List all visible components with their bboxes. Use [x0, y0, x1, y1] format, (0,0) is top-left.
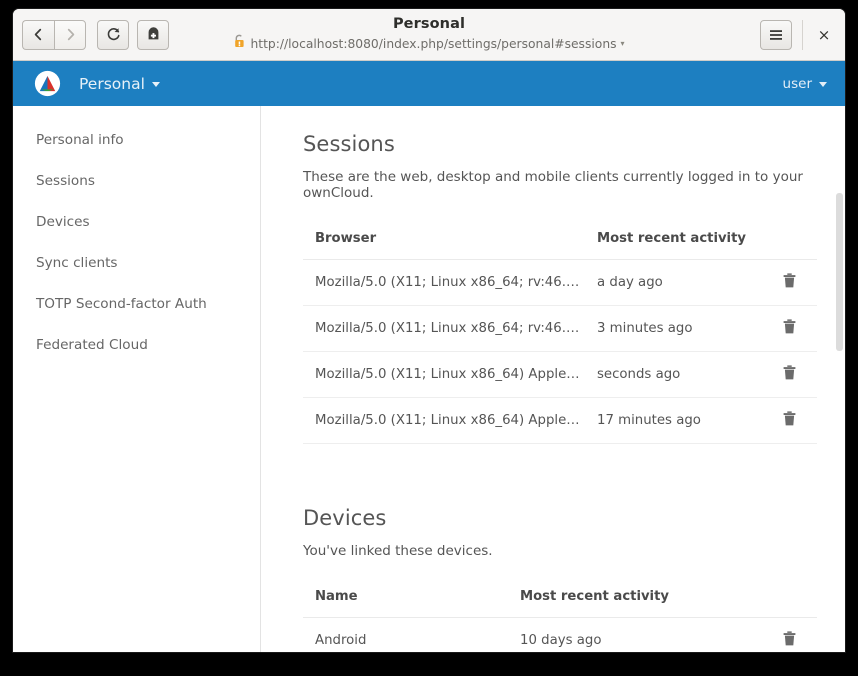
session-activity: 17 minutes ago — [585, 397, 761, 444]
devices-title: Devices — [303, 506, 387, 530]
devices-section: Devices You've linked these devices. Nam… — [303, 506, 845, 652]
sidebar-item-totp-second-factor-auth[interactable]: TOTP Second-factor Auth — [13, 284, 260, 325]
browser-toolbar: Personal http://localhost:8080/index.php… — [13, 9, 845, 61]
trash-icon — [783, 273, 796, 292]
delete-session-button[interactable] — [783, 319, 796, 338]
owncloud-page: Personal user Personal info Sessions Dev… — [13, 61, 845, 652]
column-header-browser: Browser — [303, 227, 585, 260]
session-browser: Mozilla/5.0 (X11; Linux x86_64) AppleWeb… — [303, 351, 585, 398]
owncloud-header: Personal user — [13, 61, 845, 106]
page-scrollbar[interactable] — [832, 106, 845, 652]
sessions-description: These are the web, desktop and mobile cl… — [303, 169, 803, 201]
session-browser: Mozilla/5.0 (X11; Linux x86_64; rv:46.0)… — [303, 259, 585, 306]
sidebar-item-devices[interactable]: Devices — [13, 202, 260, 243]
session-actions — [761, 259, 817, 306]
app-menu-label: Personal — [79, 74, 145, 93]
sidebar-item-sync-clients[interactable]: Sync clients — [13, 243, 260, 284]
sidebar-item-sessions[interactable]: Sessions — [13, 161, 260, 202]
settings-sidebar: Personal info Sessions Devices Sync clie… — [13, 106, 261, 652]
sessions-title: Sessions — [303, 132, 395, 156]
table-row: Android 10 days ago — [303, 617, 817, 652]
session-browser: Mozilla/5.0 (X11; Linux x86_64; rv:46.0)… — [303, 305, 585, 352]
table-row: Mozilla/5.0 (X11; Linux x86_64) AppleWeb… — [303, 351, 817, 398]
user-menu-label: user — [782, 75, 812, 92]
table-row: Mozilla/5.0 (X11; Linux x86_64; rv:46.0)… — [303, 259, 817, 306]
delete-device-button[interactable] — [783, 631, 796, 650]
close-window-button[interactable]: × — [811, 22, 837, 48]
column-header-actions — [761, 585, 817, 618]
browser-menu-button[interactable] — [760, 19, 792, 50]
session-actions — [761, 351, 817, 398]
settings-content: Sessions These are the web, desktop and … — [261, 106, 845, 652]
column-header-name: Name — [303, 585, 508, 618]
device-actions — [761, 617, 817, 652]
column-header-actions — [761, 227, 817, 260]
page-body: Personal info Sessions Devices Sync clie… — [13, 106, 845, 652]
trash-icon — [783, 411, 796, 430]
table-row: Mozilla/5.0 (X11; Linux x86_64; rv:46.0)… — [303, 305, 817, 352]
chevron-down-icon — [819, 82, 827, 87]
chevron-down-icon — [151, 82, 160, 87]
sidebar-item-personal-info[interactable]: Personal info — [13, 120, 260, 161]
session-activity: seconds ago — [585, 351, 761, 398]
url-dropdown-caret-icon[interactable]: ▾ — [621, 40, 625, 48]
trash-icon — [783, 631, 796, 650]
table-header-row: Browser Most recent activity — [303, 227, 817, 260]
column-header-activity: Most recent activity — [585, 227, 761, 260]
hamburger-menu-icon — [769, 29, 783, 41]
url-line[interactable]: http://localhost:8080/index.php/settings… — [13, 34, 845, 53]
table-header-row: Name Most recent activity — [303, 585, 817, 618]
sessions-table: Browser Most recent activity Mozilla/5.0… — [303, 227, 817, 444]
session-activity: a day ago — [585, 259, 761, 306]
user-menu[interactable]: user — [783, 76, 827, 92]
chrome-right-controls: × — [760, 19, 837, 50]
url-text[interactable]: http://localhost:8080/index.php/settings… — [250, 36, 616, 53]
delete-session-button[interactable] — [783, 273, 796, 292]
devices-table: Name Most recent activity Android 10 day… — [303, 585, 817, 652]
trash-icon — [783, 319, 796, 338]
toolbar-divider — [802, 19, 803, 50]
device-name: Android — [303, 617, 508, 652]
browser-window: Personal http://localhost:8080/index.php… — [12, 8, 846, 653]
app-menu-personal[interactable]: Personal — [79, 75, 160, 93]
session-browser: Mozilla/5.0 (X11; Linux x86_64) AppleWeb… — [303, 397, 585, 444]
owncloud-logo[interactable] — [34, 70, 61, 97]
session-actions — [761, 397, 817, 444]
trash-icon — [783, 365, 796, 384]
device-activity: 10 days ago — [508, 617, 761, 652]
column-header-activity: Most recent activity — [508, 585, 761, 618]
insecure-lock-icon[interactable] — [233, 34, 246, 53]
session-actions — [761, 305, 817, 352]
page-scrollbar-thumb[interactable] — [836, 193, 843, 351]
session-activity: 3 minutes ago — [585, 305, 761, 352]
devices-description: You've linked these devices. — [303, 543, 493, 559]
table-row: Mozilla/5.0 (X11; Linux x86_64) AppleWeb… — [303, 397, 817, 444]
sidebar-item-federated-cloud[interactable]: Federated Cloud — [13, 325, 260, 366]
delete-session-button[interactable] — [783, 411, 796, 430]
sessions-section: Sessions These are the web, desktop and … — [303, 132, 845, 444]
delete-session-button[interactable] — [783, 365, 796, 384]
